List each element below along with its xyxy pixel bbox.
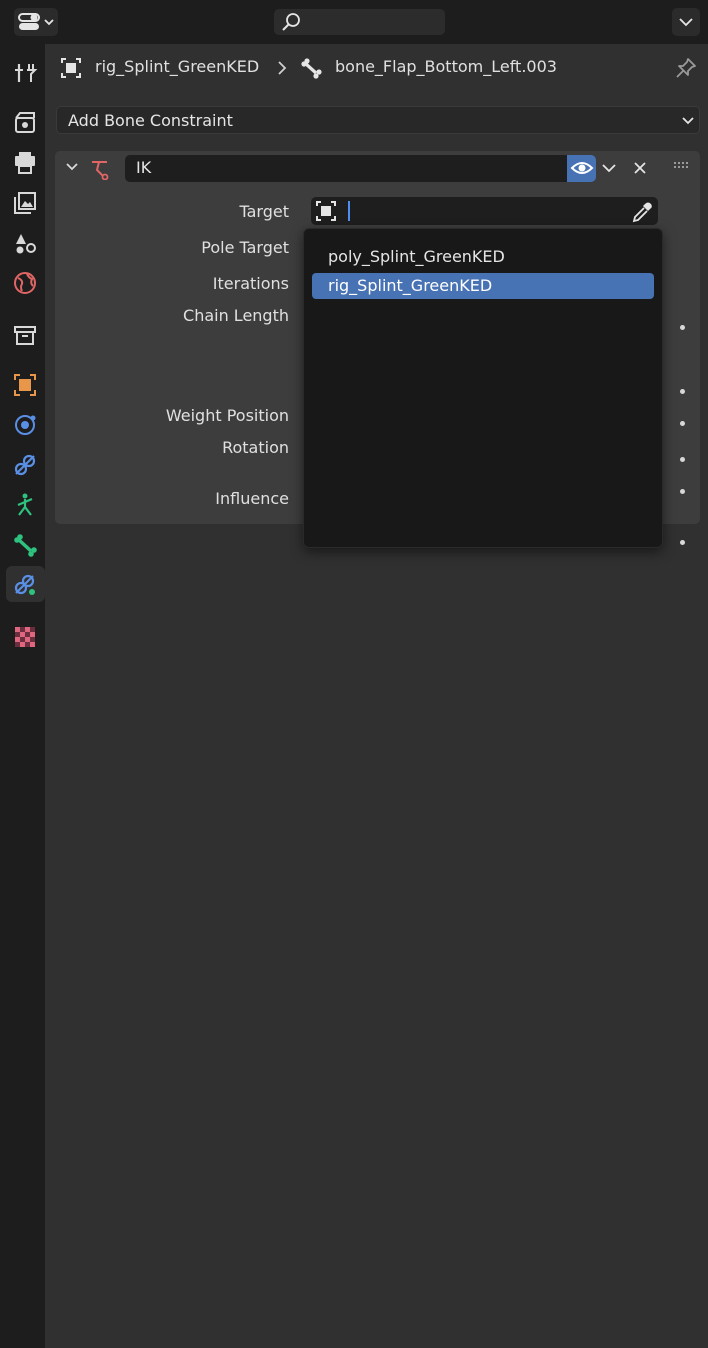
properties-main: rig_Splint_GreenKED bone_Flap_Bottom_Lef… <box>45 44 708 1348</box>
bone-icon <box>14 534 37 557</box>
object-icon <box>61 58 81 78</box>
chevron-down-icon <box>679 18 693 27</box>
bone-icon <box>301 58 322 79</box>
keyframe-dot[interactable] <box>680 389 685 394</box>
tab-output[interactable] <box>6 144 42 180</box>
output-icon <box>15 152 35 174</box>
breadcrumb: rig_Splint_GreenKED bone_Flap_Bottom_Lef… <box>45 44 708 92</box>
keyframe-dot[interactable] <box>680 457 685 462</box>
object-icon <box>316 201 336 221</box>
target-search-dropdown: poly_Splint_GreenKED rig_Splint_GreenKED <box>303 228 663 548</box>
editor-type-button[interactable] <box>14 8 58 36</box>
render-icon <box>15 112 35 133</box>
target-field[interactable] <box>311 197 658 225</box>
pole-target-label: Pole Target <box>201 238 289 257</box>
pin-icon[interactable] <box>674 56 698 80</box>
chain-length-label: Chain Length <box>183 306 289 325</box>
header-menu-button[interactable] <box>672 8 700 36</box>
collapse-chevron-icon[interactable] <box>65 162 79 172</box>
dropdown-item-label: poly_Splint_GreenKED <box>328 247 505 266</box>
object-icon <box>14 374 36 396</box>
keyframe-dot[interactable] <box>680 540 685 545</box>
iterations-label: Iterations <box>212 274 289 293</box>
tab-object[interactable] <box>6 366 42 402</box>
tab-object-constraints[interactable] <box>6 446 42 482</box>
breadcrumb-separator-icon <box>278 61 287 75</box>
chevron-down-icon <box>682 117 694 125</box>
ik-constraint-icon <box>92 161 109 180</box>
tab-bone-constraints[interactable] <box>6 566 45 602</box>
eyedropper-icon[interactable] <box>631 201 653 223</box>
world-icon <box>14 272 36 294</box>
influence-label: Influence <box>215 489 289 508</box>
tab-world[interactable] <box>6 264 42 300</box>
view-layer-icon <box>14 192 36 214</box>
armature-data-icon <box>17 493 33 516</box>
scene-icon <box>16 234 36 254</box>
constraint-name-field[interactable]: IK <box>125 155 567 182</box>
search-field[interactable] <box>274 9 445 35</box>
properties-tab-column <box>0 44 45 1348</box>
target-label: Target <box>239 202 290 221</box>
tab-bone[interactable] <box>6 526 42 562</box>
close-icon[interactable] <box>632 160 648 176</box>
texture-icon <box>15 627 35 647</box>
tab-texture[interactable] <box>6 618 42 654</box>
tab-tool[interactable] <box>6 54 42 90</box>
keyframe-dot[interactable] <box>680 421 685 426</box>
drag-handle-icon[interactable] <box>673 161 689 171</box>
text-caret <box>348 201 350 221</box>
breadcrumb-bone-name: bone_Flap_Bottom_Left.003 <box>335 57 557 76</box>
constraint-enabled-toggle[interactable] <box>567 155 596 182</box>
search-icon <box>282 13 300 31</box>
dropdown-item-label: rig_Splint_GreenKED <box>328 276 493 295</box>
physics-icon <box>15 415 36 435</box>
tab-collection[interactable] <box>6 316 42 352</box>
keyframe-dot[interactable] <box>680 489 685 494</box>
collection-icon <box>14 326 36 345</box>
dropdown-item[interactable]: poly_Splint_GreenKED <box>312 244 654 270</box>
add-bone-constraint-label: Add Bone Constraint <box>68 111 233 130</box>
tab-scene[interactable] <box>6 224 42 260</box>
rotation-label: Rotation <box>222 438 289 457</box>
constraint-name-value: IK <box>136 158 152 177</box>
header-bar <box>0 0 708 44</box>
add-bone-constraint-button[interactable]: Add Bone Constraint <box>56 106 700 134</box>
constraint-menu-chevron-icon[interactable] <box>601 162 617 174</box>
tab-view-layer[interactable] <box>6 184 42 220</box>
dropdown-item-selected[interactable]: rig_Splint_GreenKED <box>312 273 654 299</box>
tab-physics[interactable] <box>6 406 42 442</box>
tab-render[interactable] <box>6 104 42 140</box>
breadcrumb-object-name: rig_Splint_GreenKED <box>95 57 260 76</box>
tool-icon <box>15 64 38 82</box>
properties-editor-icon <box>18 13 54 30</box>
bone-constraint-icon <box>14 574 35 595</box>
tab-object-data[interactable] <box>6 486 42 522</box>
keyframe-dot[interactable] <box>680 325 685 330</box>
eye-icon <box>570 162 594 174</box>
weight-position-label: Weight Position <box>165 406 289 425</box>
object-constraint-icon <box>14 454 36 476</box>
